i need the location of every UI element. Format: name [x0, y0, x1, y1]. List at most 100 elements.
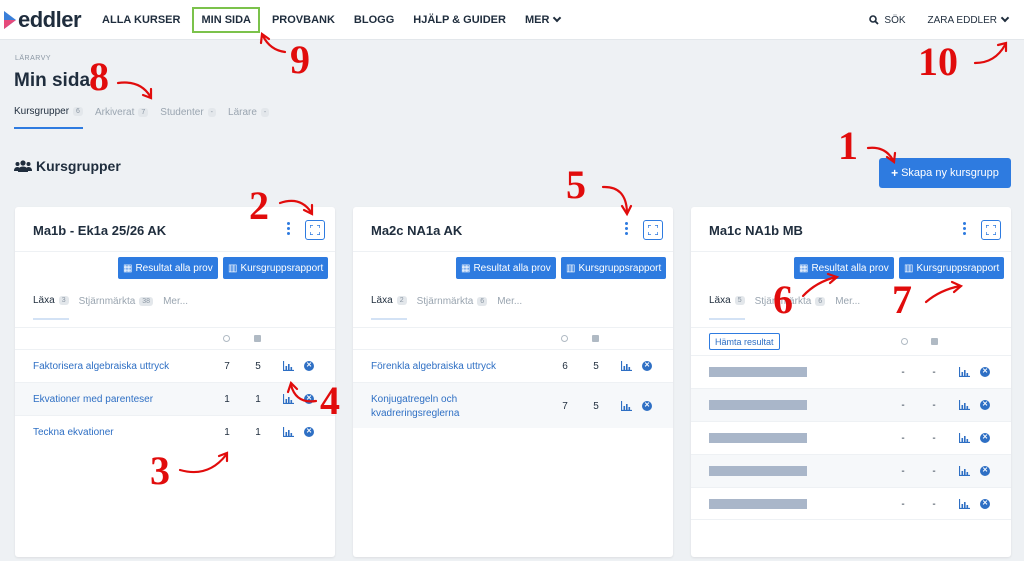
table-row: Förenkla algebraiska uttryck 6 5 ✕ [353, 349, 673, 382]
fetch-results-button[interactable]: Hämta resultat [709, 333, 780, 350]
column-header [353, 327, 673, 349]
count-a: 1 [224, 394, 230, 405]
count-b: - [932, 466, 936, 477]
tab-stjarnmarkta[interactable]: Stjärnmärkta 6 [417, 295, 488, 320]
search-label: SÖK [884, 14, 906, 26]
tab-label: Studenter [160, 107, 204, 118]
assignment-link[interactable]: Konjugatregeln och kvadreringsreglerna [371, 393, 459, 421]
section-title: Kursgrupper [14, 158, 121, 174]
group-report-button[interactable]: ▥ Kursgruppsrapport [223, 257, 329, 279]
bar-chart-icon[interactable] [283, 361, 294, 371]
create-button-label: Skapa ny kursgrupp [901, 167, 999, 179]
table-row: Konjugatregeln och kvadreringsreglerna 7 … [353, 382, 673, 428]
count-b: - [932, 400, 936, 411]
group-report-label: Kursgruppsrapport [240, 262, 324, 274]
table-row: - - ✕ [691, 487, 1011, 520]
tab-laxa[interactable]: Läxa 5 [709, 295, 745, 320]
more-options-icon[interactable] [961, 222, 967, 236]
tab-kursgrupper[interactable]: Kursgrupper 6 [14, 106, 83, 129]
user-menu[interactable]: ZARA EDDLER [927, 13, 1010, 26]
expand-button[interactable] [981, 220, 1001, 240]
bar-chart-icon[interactable] [283, 394, 294, 404]
remove-icon[interactable]: ✕ [980, 400, 990, 410]
logo-mark-icon [4, 10, 16, 29]
tab-count: 38 [139, 297, 154, 306]
tab-larare[interactable]: Lärare - [228, 106, 270, 129]
count-b: - [932, 433, 936, 444]
nav-blogg[interactable]: BLOGG [347, 9, 401, 31]
remove-icon[interactable]: ✕ [980, 466, 990, 476]
user-name: ZARA EDDLER [927, 14, 997, 26]
remove-icon[interactable]: ✕ [642, 361, 652, 371]
more-options-icon[interactable] [623, 222, 629, 236]
assignment-link[interactable]: Faktorisera algebraiska uttryck [33, 361, 169, 372]
table-row: - - ✕ [691, 454, 1011, 487]
count-a: 7 [224, 361, 230, 372]
group-report-button[interactable]: ▥ Kursgruppsrapport [899, 257, 1005, 279]
remove-icon[interactable]: ✕ [304, 394, 314, 404]
circle-icon [561, 335, 568, 342]
count-b: 1 [255, 427, 261, 438]
remove-icon[interactable]: ✕ [642, 401, 652, 411]
results-all-button[interactable]: ▦ Resultat alla prov [456, 257, 556, 279]
create-course-group-button[interactable]: + Skapa ny kursgrupp [879, 158, 1011, 188]
expand-button[interactable] [643, 220, 663, 240]
bar-chart-icon[interactable] [621, 401, 632, 411]
assignment-name-line2: kvadreringsreglerna [371, 408, 460, 419]
tab-more[interactable]: Mer... [497, 295, 522, 320]
bar-chart-icon[interactable] [283, 427, 294, 437]
results-all-button[interactable]: ▦ Resultat alla prov [794, 257, 894, 279]
assignment-link[interactable]: Förenkla algebraiska uttryck [371, 361, 496, 372]
count-a: - [901, 499, 905, 510]
remove-icon[interactable]: ✕ [980, 499, 990, 509]
column-header [15, 327, 335, 349]
count-a: 7 [562, 401, 568, 412]
annotation-number: 2 [249, 183, 269, 228]
search-button[interactable]: SÖK [869, 14, 906, 26]
table-row: - - ✕ [691, 388, 1011, 421]
chevron-down-icon [553, 13, 562, 22]
tab-more[interactable]: Mer... [163, 295, 188, 320]
users-icon [14, 160, 32, 172]
tab-count: 2 [396, 296, 407, 305]
count-a: - [901, 400, 905, 411]
assignment-name-line1: Konjugatregeln och [371, 394, 458, 405]
remove-icon[interactable]: ✕ [304, 361, 314, 371]
nav-alla-kurser[interactable]: ALLA KURSER [95, 9, 187, 31]
group-report-button[interactable]: ▥ Kursgruppsrapport [561, 257, 667, 279]
bar-chart-icon[interactable] [959, 367, 970, 377]
results-all-button[interactable]: ▦ Resultat alla prov [118, 257, 218, 279]
bar-chart-icon[interactable] [959, 466, 970, 476]
assignment-link[interactable]: Ekvationer med parenteser [33, 394, 153, 405]
bar-chart-icon[interactable] [959, 400, 970, 410]
remove-icon[interactable]: ✕ [304, 427, 314, 437]
remove-icon[interactable]: ✕ [980, 367, 990, 377]
tab-laxa[interactable]: Läxa 2 [371, 295, 407, 320]
annotation-number: 4 [320, 378, 340, 423]
assignment-link[interactable]: Teckna ekvationer [33, 427, 114, 438]
bar-chart-icon[interactable] [959, 499, 970, 509]
nav-provbank[interactable]: PROVBANK [265, 9, 342, 31]
remove-icon[interactable]: ✕ [980, 433, 990, 443]
table-icon: ▦ [123, 262, 133, 274]
logo[interactable]: eddler [4, 7, 82, 33]
more-options-icon[interactable] [285, 222, 291, 236]
tab-more[interactable]: Mer... [835, 295, 860, 320]
nav-min-sida[interactable]: MIN SIDA [192, 6, 260, 33]
bar-chart-icon[interactable] [621, 361, 632, 371]
table-row: Teckna ekvationer 1 1 ✕ [15, 415, 335, 448]
bar-chart-icon: ▥ [228, 262, 238, 274]
tab-studenter[interactable]: Studenter - [160, 106, 217, 129]
tab-stjarnmarkta[interactable]: Stjärnmärkta 38 [79, 295, 154, 320]
nav-mer[interactable]: MER [518, 9, 567, 31]
count-a: 1 [224, 427, 230, 438]
group-report-label: Kursgruppsrapport [916, 262, 1000, 274]
tab-arkiverat[interactable]: Arkiverat 7 [95, 106, 149, 129]
nav-hjalp-guider[interactable]: HJÄLP & GUIDER [406, 9, 513, 31]
results-all-label: Resultat alla prov [811, 262, 889, 274]
expand-button[interactable] [305, 220, 325, 240]
expand-icon [986, 225, 996, 235]
tab-laxa[interactable]: Läxa 3 [33, 295, 69, 320]
checkbox-icon [592, 335, 599, 342]
bar-chart-icon[interactable] [959, 433, 970, 443]
